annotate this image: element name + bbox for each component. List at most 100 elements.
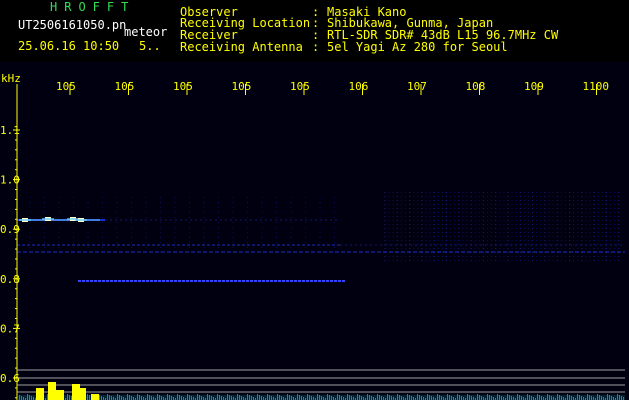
baseline-sample [341,396,342,400]
x-tick-label: 105 [115,80,135,93]
baseline-sample [31,396,32,400]
baseline-sample [417,394,418,400]
baseline-sample [279,395,280,400]
baseline-sample [259,395,260,400]
baseline-sample [421,396,422,400]
baseline-sample [87,394,88,400]
baseline-sample [69,395,70,400]
baseline-sample [211,396,212,400]
baseline-sample [537,394,538,400]
baseline-sample [609,395,610,400]
baseline-sample [481,396,482,400]
baseline-sample [407,394,408,400]
x-tick-label: 106 [349,80,369,93]
baseline-sample [27,394,28,400]
baseline-sample [141,396,142,400]
baseline-sample [507,394,508,400]
baseline-sample [121,396,122,400]
baseline-sample [179,395,180,400]
baseline-sample [277,394,278,400]
baseline-sample [459,395,460,400]
baseline-sample [291,396,292,400]
baseline-sample [561,396,562,400]
baseline-sample [307,394,308,400]
spectrogram-plot: kHz 1.1 1.0 0.9 0.8 0.7 0.6 105 105 105 105 105 106 1… [0,62,629,400]
baseline-sample [29,395,30,400]
baseline-sample [489,395,490,400]
spectrogram-svg: kHz 1.1 1.0 0.9 0.8 0.7 0.6 105 105 105 105 105 106 1… [0,62,629,400]
antenna-label: Receiving Antenna [180,40,303,54]
baseline-sample [157,394,158,400]
baseline-sample [221,396,222,400]
meteor-label: meteor [124,25,168,39]
baseline-sample [521,396,522,400]
baseline-sample [519,395,520,400]
baseline-sample [529,395,530,400]
meteor-echo-glow [19,219,31,221]
y-tick-label: 1.0 [0,174,20,187]
x-tick-label: 105 [56,80,76,93]
baseline-sample [567,394,568,400]
baseline-sample [47,394,48,400]
x-tick-label: 107 [407,80,427,93]
baseline-sample [369,395,370,400]
signal-peak [91,394,99,400]
baseline-sample [159,395,160,400]
x-tick-label: 109 [524,80,544,93]
baseline-sample [571,396,572,400]
baseline-sample [469,395,470,400]
baseline-sample [451,396,452,400]
baseline-sample [311,396,312,400]
baseline-sample [267,394,268,400]
baseline-sample [177,394,178,400]
baseline-sample [479,395,480,400]
baseline-sample [511,396,512,400]
baseline-sample [517,394,518,400]
baseline-sample [569,395,570,400]
baseline-sample [331,396,332,400]
baseline-sample [397,394,398,400]
baseline-sample [19,395,20,400]
baseline-sample [169,395,170,400]
baseline-sample [449,395,450,400]
baseline-sample [131,396,132,400]
x-tick-label: 105 [290,80,310,93]
baseline-sample [139,395,140,400]
baseline-sample [371,396,372,400]
baseline-sample [219,395,220,400]
baseline-sample [527,394,528,400]
baseline-sample [429,395,430,400]
baseline-sample [427,394,428,400]
baseline-sample [117,394,118,400]
baseline-sample [379,395,380,400]
x-tick-label: 105 [173,80,193,93]
baseline-sample [171,396,172,400]
baseline-sample [167,394,168,400]
baseline-sample [499,395,500,400]
baseline-sample [559,395,560,400]
x-tick-label: 105 [232,80,252,93]
baseline-sample [17,394,18,400]
baseline-sample [577,394,578,400]
baseline-sample [189,395,190,400]
baseline-sample [337,394,338,400]
baseline-sample [557,394,558,400]
baseline-sample [231,396,232,400]
baseline-sample [289,395,290,400]
baseline-sample [539,395,540,400]
baseline-sample [359,395,360,400]
baseline-sample [107,394,108,400]
baseline-sample [257,394,258,400]
file-name: UT2506161050.pn [18,18,127,32]
hrofft-screen: HROFFT UT2506161050.pn meteor 25.06.16 1… [0,0,629,400]
y-tick-label: 0.7 [0,322,20,335]
baseline-sample [201,396,202,400]
baseline-sample [67,394,68,400]
baseline-sample [287,394,288,400]
baseline-sample [217,394,218,400]
baseline-sample [531,396,532,400]
baseline-sample [187,394,188,400]
baseline-sample [389,395,390,400]
baseline-sample [461,396,462,400]
baseline-sample [299,395,300,400]
